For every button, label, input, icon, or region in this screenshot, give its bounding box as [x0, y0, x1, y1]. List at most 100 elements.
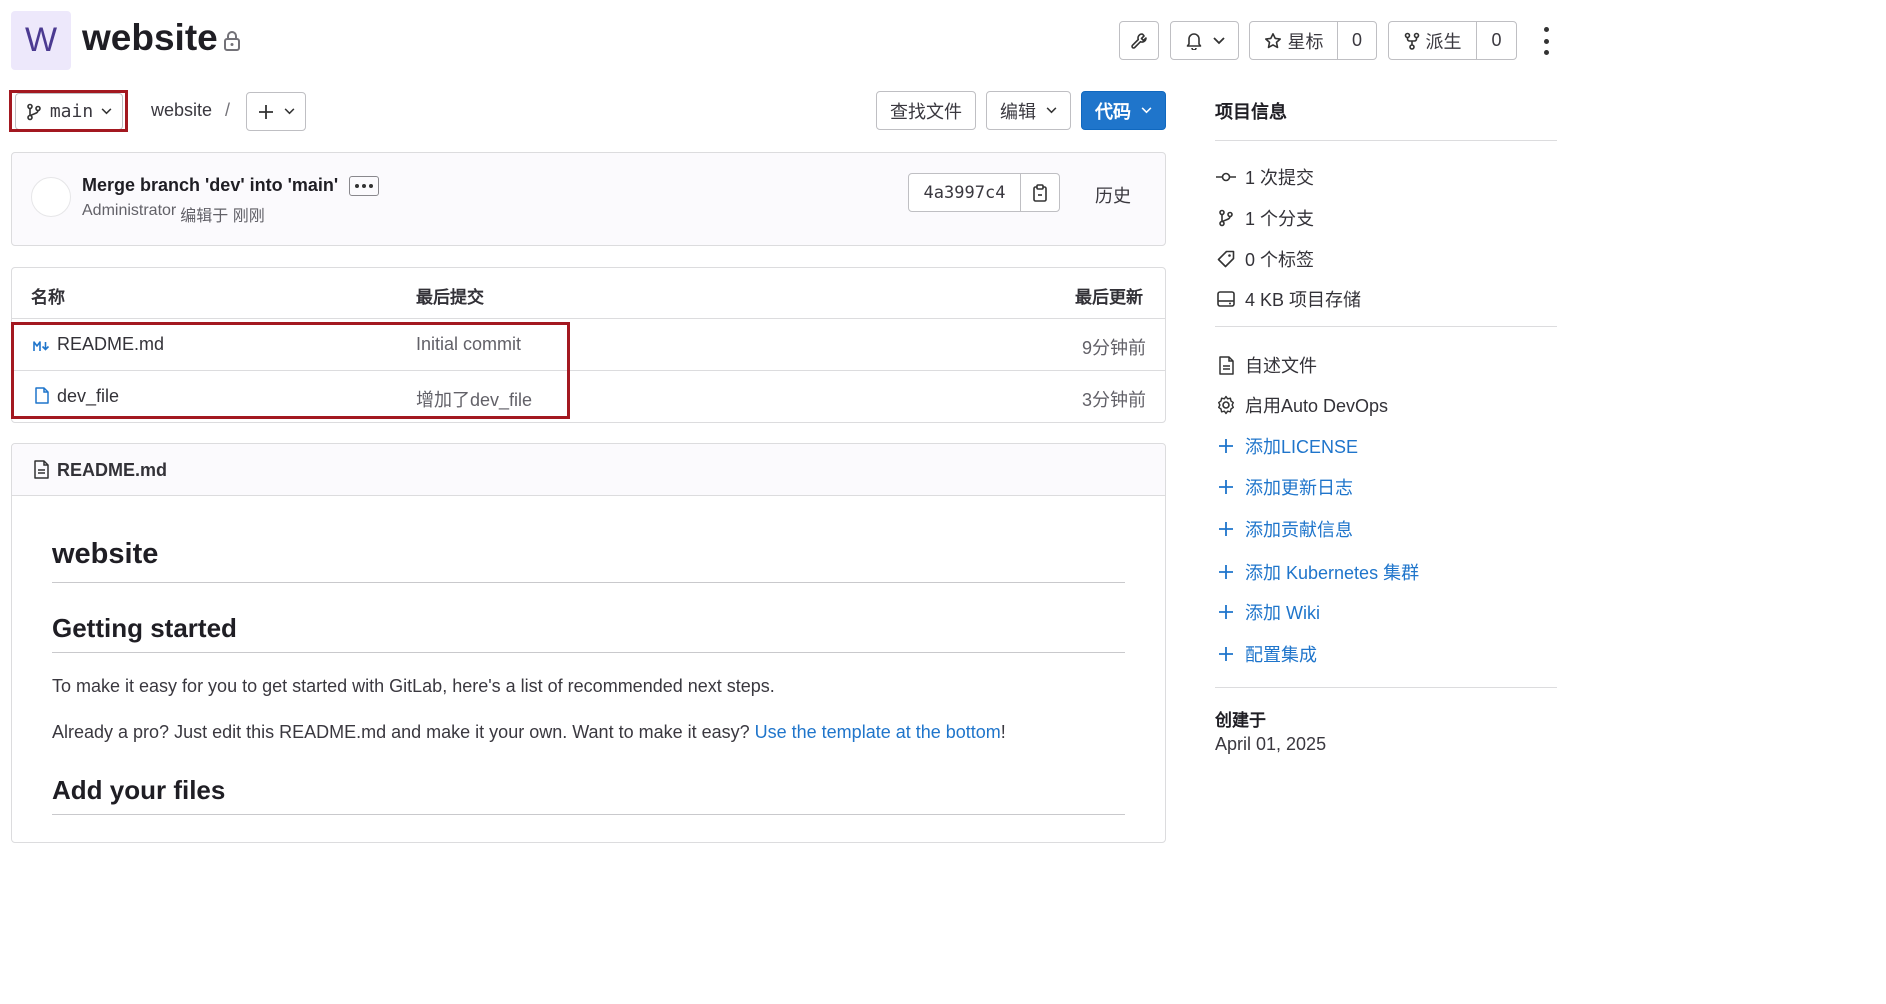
star-icon [1264, 32, 1282, 50]
code-dropdown[interactable]: 代码 [1081, 91, 1166, 130]
ellipsis-dot-icon [362, 184, 366, 188]
add-kubernetes-link[interactable]: 添加 Kubernetes 集群 [1215, 559, 1419, 585]
commit-title[interactable]: Merge branch 'dev' into 'main' [82, 175, 338, 196]
edit-label: 编辑 [1000, 101, 1036, 122]
plus-icon [258, 104, 274, 120]
lock-icon [223, 31, 241, 51]
heading-rule [52, 814, 1125, 815]
column-header-last-update: 最后更新 [1075, 288, 1143, 307]
add-contributing-label: 添加贡献信息 [1245, 520, 1353, 540]
star-count[interactable]: 0 [1337, 21, 1377, 60]
code-label: 代码 [1095, 101, 1131, 122]
chevron-down-icon [1046, 107, 1057, 114]
plus-icon [1215, 521, 1237, 537]
document-icon [1215, 355, 1237, 375]
template-link[interactable]: Use the template at the bottom [755, 722, 1001, 742]
fork-button[interactable]: 派生 [1388, 21, 1477, 60]
column-header-name: 名称 [31, 288, 65, 307]
sidebar-divider [1215, 326, 1557, 327]
tags-count-label: 0 个标签 [1245, 250, 1315, 270]
column-header-last-commit: 最后提交 [416, 288, 484, 307]
star-label: 星标 [1287, 31, 1324, 52]
storage-label: 4 KB 项目存储 [1245, 290, 1362, 310]
table-divider [12, 318, 1165, 319]
configure-integrations-label: 配置集成 [1245, 645, 1317, 665]
readme-link[interactable]: 自述文件 [1215, 352, 1317, 378]
settings-wrench-button[interactable] [1119, 21, 1159, 60]
readme-heading-1: website [52, 538, 159, 570]
plus-icon [1215, 604, 1237, 620]
plus-icon [1215, 564, 1237, 580]
history-button[interactable]: 历史 [1095, 182, 1131, 208]
branch-icon [1215, 209, 1237, 227]
wrench-icon [1130, 32, 1148, 50]
ellipsis-dot-icon [369, 184, 373, 188]
more-actions-button[interactable] [1538, 27, 1554, 55]
branches-count-label: 1 个分支 [1245, 209, 1315, 229]
fork-count[interactable]: 0 [1476, 21, 1517, 60]
kebab-dot-icon [1543, 38, 1549, 44]
plus-icon [1215, 479, 1237, 495]
branches-count-link[interactable]: 1 个分支 [1215, 205, 1314, 231]
breadcrumb-separator: / [225, 100, 231, 120]
heading-rule [52, 582, 1125, 583]
commit-sha[interactable]: 4a3997c4 [908, 173, 1021, 212]
highlight-branch [9, 90, 128, 132]
find-file-button[interactable]: 查找文件 [876, 91, 976, 130]
chevron-down-icon [1212, 36, 1225, 45]
add-license-label: 添加LICENSE [1245, 437, 1359, 457]
add-wiki-link[interactable]: 添加 Wiki [1215, 599, 1320, 625]
edit-dropdown[interactable]: 编辑 [986, 91, 1071, 130]
add-file-dropdown[interactable] [246, 92, 306, 131]
readme-heading-getting-started: Getting started [52, 613, 237, 643]
readme-paragraph: Already a pro? Just edit this README.md … [52, 722, 1006, 743]
readme-paragraph: To make it easy for you to get started w… [52, 676, 775, 696]
readme-heading-add-files: Add your files [52, 775, 226, 805]
add-changelog-link[interactable]: 添加更新日志 [1215, 474, 1353, 500]
document-icon [34, 460, 49, 484]
file-updated-time: 3分钟前 [1082, 390, 1147, 410]
heading-rule [52, 652, 1125, 653]
breadcrumb-project[interactable]: website [151, 100, 212, 121]
add-contributing-link[interactable]: 添加贡献信息 [1215, 516, 1353, 542]
readme-link-label: 自述文件 [1245, 356, 1317, 376]
commit-author[interactable]: Administrator [82, 202, 176, 226]
file-updated-time: 9分钟前 [1082, 338, 1147, 358]
project-title: website [82, 17, 218, 58]
add-changelog-label: 添加更新日志 [1245, 478, 1353, 498]
created-label: 创建于 [1215, 711, 1266, 730]
plus-icon [1215, 438, 1237, 454]
kebab-dot-icon [1543, 27, 1549, 32]
created-date: April 01, 2025 [1215, 734, 1327, 754]
ellipsis-dot-icon [355, 184, 359, 188]
configure-integrations-link[interactable]: 配置集成 [1215, 641, 1317, 667]
auto-devops-link[interactable]: 启用Auto DevOps [1215, 392, 1388, 418]
add-kubernetes-label: 添加 Kubernetes 集群 [1245, 563, 1420, 583]
plus-icon [1215, 646, 1237, 662]
commit-icon [1215, 171, 1237, 183]
readme-text: Already a pro? Just edit this README.md … [52, 722, 755, 742]
notification-dropdown[interactable] [1170, 21, 1239, 60]
readme-file-title[interactable]: README.md [57, 460, 167, 481]
add-license-link[interactable]: 添加LICENSE [1215, 433, 1358, 459]
fork-icon [1404, 32, 1420, 50]
auto-devops-label: 启用Auto DevOps [1245, 396, 1389, 416]
bell-icon [1185, 31, 1203, 50]
tags-count-link[interactable]: 0 个标签 [1215, 246, 1314, 272]
commits-count-link[interactable]: 1 次提交 [1215, 164, 1314, 190]
author-avatar[interactable] [31, 177, 71, 217]
storage-link[interactable]: 4 KB 项目存储 [1215, 286, 1361, 312]
commit-time: 编辑于 刚刚 [180, 208, 265, 225]
project-info-title: 项目信息 [1215, 102, 1287, 122]
sidebar-divider [1215, 140, 1557, 141]
copy-icon [1032, 183, 1048, 202]
tag-icon [1215, 250, 1237, 268]
kebab-dot-icon [1543, 50, 1549, 55]
settings-icon [1215, 395, 1237, 415]
readme-header [12, 444, 1165, 496]
copy-sha-button[interactable] [1020, 173, 1060, 212]
star-button[interactable]: 星标 [1249, 21, 1338, 60]
commit-expand-button[interactable] [349, 176, 379, 196]
chevron-down-icon [284, 108, 295, 115]
chevron-down-icon [1141, 107, 1152, 114]
